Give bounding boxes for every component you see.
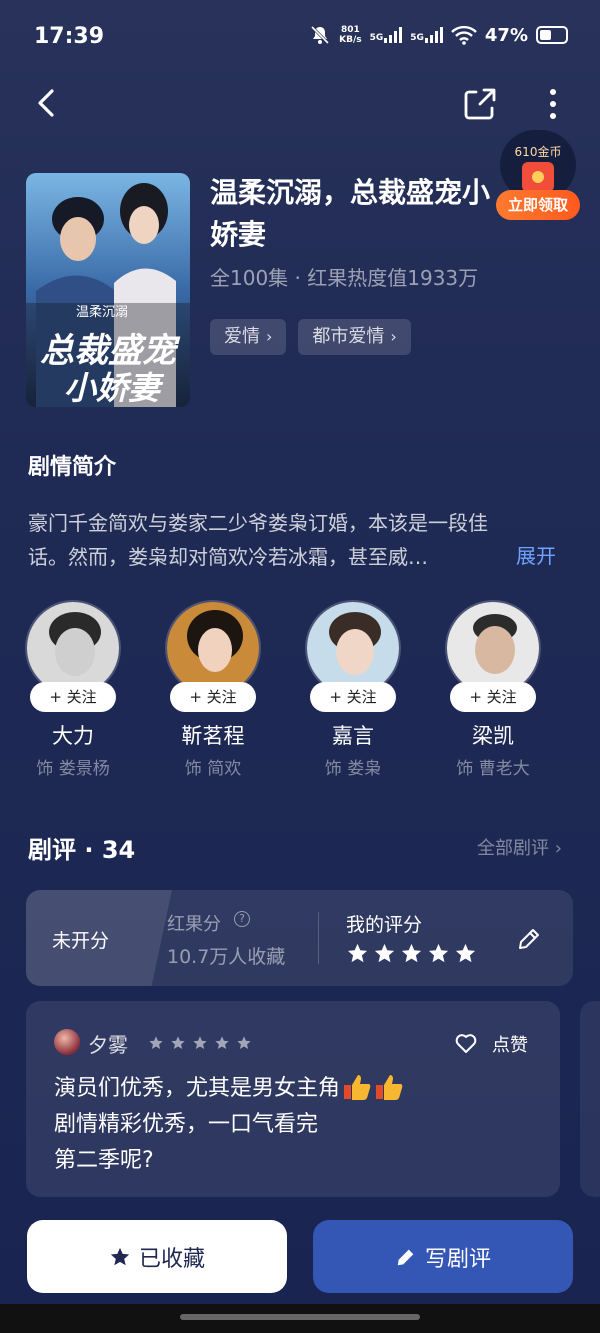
- share-icon[interactable]: [462, 86, 498, 122]
- status-icons: 801 KB/s 5G 5G 47%: [309, 24, 568, 46]
- actor-name: 靳茗程: [181, 724, 245, 748]
- review-card[interactable]: 夕雾 点赞 演员们优秀，尤其是男女主角 剧情精彩优秀，一口气看完 第二季呢?: [26, 1001, 560, 1197]
- actor-name: 大力: [52, 724, 94, 748]
- star-icon: [428, 943, 449, 963]
- chevron-right-icon: ›: [266, 327, 273, 346]
- actor-role: 饰 娄枭: [324, 759, 382, 779]
- signal-sim1-icon: 5G: [370, 27, 403, 43]
- battery-percent: 47%: [484, 24, 528, 46]
- tag-urban-romance[interactable]: 都市爱情 ›: [298, 319, 411, 355]
- my-rating-label: 我的评分: [346, 914, 423, 936]
- wifi-icon: [451, 25, 477, 45]
- coin-reward-widget[interactable]: 610金币 立即领取: [496, 130, 580, 222]
- claim-button[interactable]: 立即领取: [496, 190, 580, 220]
- expand-link[interactable]: 展开: [516, 540, 556, 569]
- avatar: [54, 1029, 80, 1055]
- all-reviews-link[interactable]: 全部剧评 ›: [477, 834, 562, 860]
- drama-meta: 全100集 · 红果热度值1933万: [210, 266, 479, 290]
- rating-card: 未开分 红果分 ? 10.7万人收藏 我的评分: [26, 890, 573, 986]
- actor-role: 饰 娄景杨: [36, 759, 110, 779]
- chevron-right-icon: ›: [390, 327, 397, 346]
- star-icon: [347, 943, 368, 963]
- cast-member[interactable]: + 关注 靳茗程 饰 简欢: [151, 600, 275, 779]
- follow-button[interactable]: + 关注: [30, 682, 116, 712]
- poster-title-main-2: 小娇妻: [64, 369, 161, 407]
- star-icon: [401, 943, 422, 963]
- review-stars: [148, 1035, 252, 1051]
- star-icon: [193, 1036, 207, 1049]
- cast-member[interactable]: + 关注 大力 饰 娄景杨: [11, 600, 135, 779]
- favorite-button[interactable]: 已收藏: [27, 1220, 287, 1293]
- follow-button[interactable]: + 关注: [170, 682, 256, 712]
- actor-name: 梁凯: [472, 724, 514, 748]
- star-icon: [149, 1036, 163, 1049]
- edit-pencil-icon[interactable]: [516, 926, 542, 952]
- star-icon: [237, 1036, 251, 1049]
- pencil-icon: [397, 1249, 414, 1265]
- star-icon: [215, 1036, 229, 1049]
- thumbs-up-emoji-icon: [376, 1075, 403, 1100]
- info-icon[interactable]: ?: [234, 911, 250, 927]
- poster-title-small: 温柔沉溺: [76, 305, 129, 320]
- chevron-right-icon: ›: [554, 838, 562, 859]
- drama-title: 温柔沉溺，总裁盛宠小娇妻: [210, 176, 491, 251]
- synopsis-heading: 剧情简介: [28, 455, 117, 480]
- tag-romance[interactable]: 爱情 ›: [210, 319, 287, 355]
- red-envelope-icon: [522, 162, 554, 192]
- thumbs-up-emoji-icon: [344, 1075, 371, 1100]
- cast-member[interactable]: + 关注 梁凯 饰 曹老大: [431, 600, 555, 779]
- status-bar: 17:39 801 KB/s 5G 5G 47%: [0, 0, 600, 76]
- genre-tags: 爱情 › 都市爱情 ›: [210, 319, 411, 355]
- star-icon: [374, 943, 395, 963]
- hongguo-score-label: 红果分: [167, 914, 221, 935]
- drama-poster[interactable]: 温柔沉溺 总裁盛宠 小娇妻: [26, 173, 190, 407]
- back-chevron-icon[interactable]: [30, 86, 64, 120]
- follow-button[interactable]: + 关注: [310, 682, 396, 712]
- reviewer-name: 夕雾: [88, 1033, 128, 1057]
- actor-name: 嘉言: [332, 724, 374, 748]
- like-button[interactable]: 点赞: [492, 1031, 528, 1057]
- heart-icon[interactable]: [454, 1031, 478, 1055]
- reviews-heading: 剧评 · 34: [28, 836, 136, 864]
- star-icon: [455, 943, 476, 963]
- divider: [318, 912, 319, 964]
- my-rating-stars[interactable]: [346, 942, 477, 965]
- actor-role: 饰 曹老大: [456, 759, 530, 779]
- home-indicator[interactable]: [180, 1314, 420, 1320]
- more-vertical-icon[interactable]: [540, 86, 566, 122]
- unrated-label: 未开分: [52, 930, 110, 952]
- actor-role: 饰 简欢: [184, 759, 242, 779]
- status-time: 17:39: [34, 24, 105, 49]
- star-icon: [110, 1247, 130, 1265]
- network-speed: 801 KB/s: [339, 25, 362, 45]
- coin-amount: 610金币: [514, 145, 562, 159]
- signal-sim2-icon: 5G: [410, 27, 443, 43]
- write-review-button[interactable]: 写剧评: [313, 1220, 573, 1293]
- battery-icon: [536, 26, 568, 44]
- synopsis-text: 豪门千金简欢与娄家二少爷娄枭订婚，本该是一段佳 话。然而，娄枭却对简欢冷若冰霜，…: [28, 511, 488, 569]
- mute-bell-icon: [311, 25, 330, 45]
- star-icon: [171, 1036, 185, 1049]
- review-text: 演员们优秀，尤其是男女主角 剧情精彩优秀，一口气看完 第二季呢?: [54, 1071, 404, 1179]
- follow-button[interactable]: + 关注: [450, 682, 536, 712]
- collect-count: 10.7万人收藏: [167, 946, 286, 968]
- cast-member[interactable]: + 关注 嘉言 饰 娄枭: [291, 600, 415, 779]
- next-review-card[interactable]: [580, 1001, 600, 1197]
